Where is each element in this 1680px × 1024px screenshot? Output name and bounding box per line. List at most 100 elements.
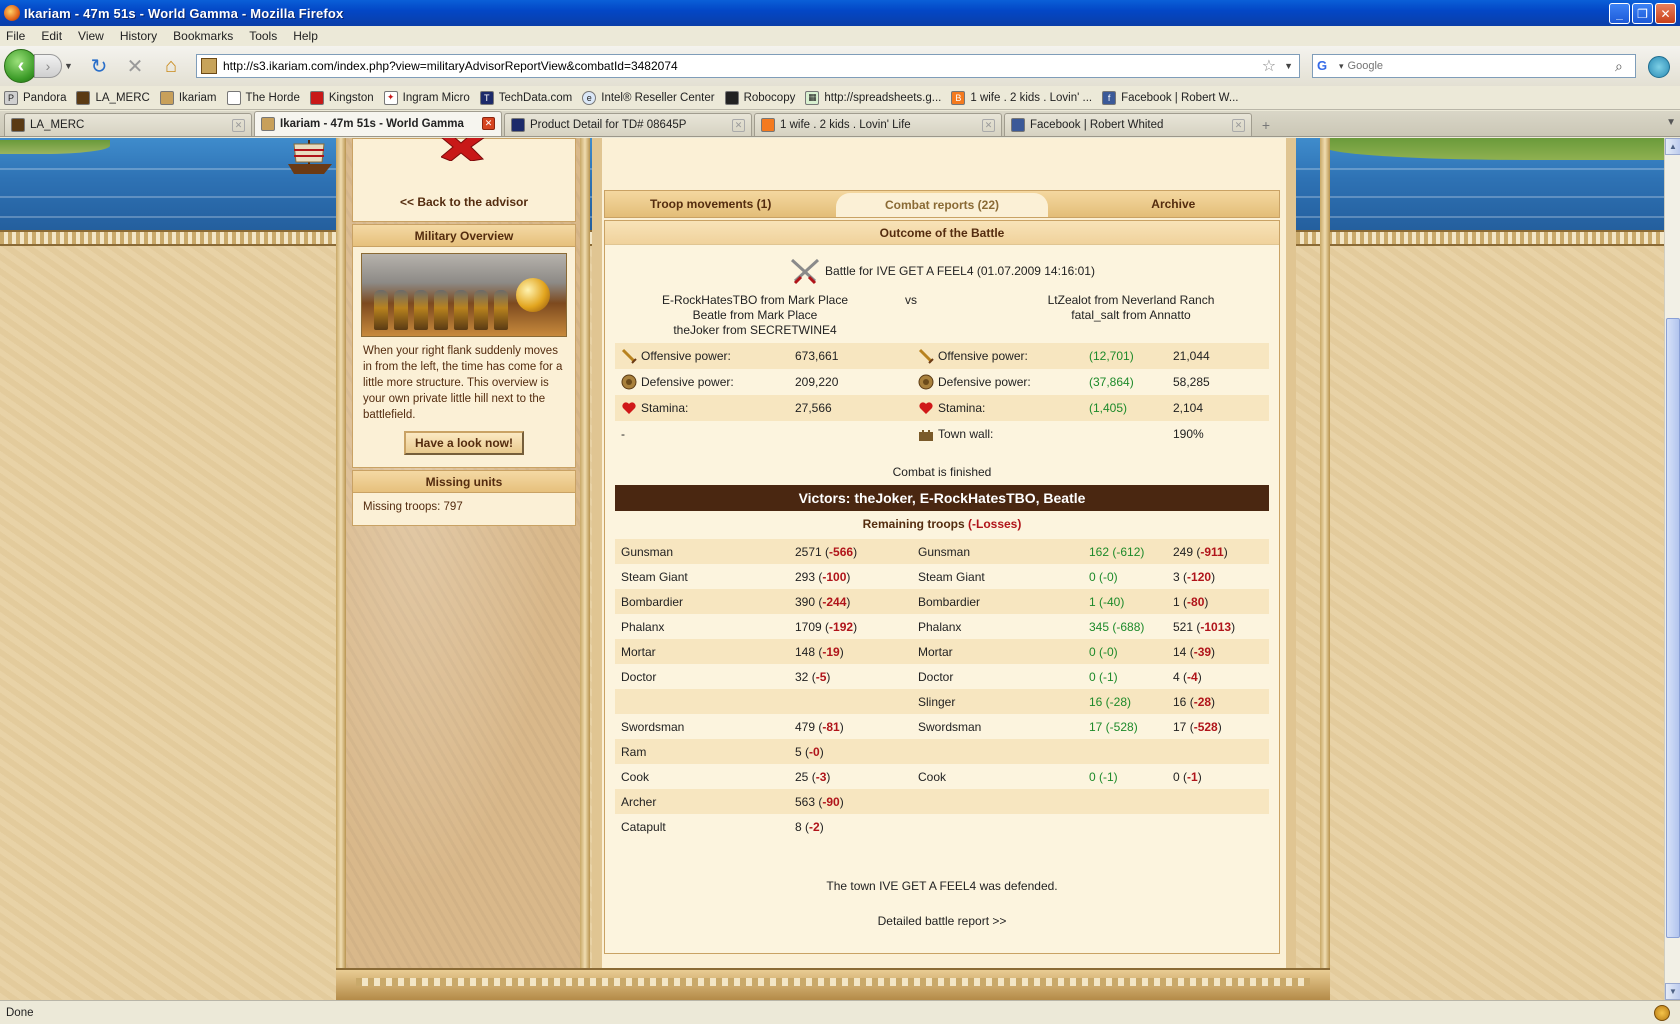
troop-unit: Doctor bbox=[621, 669, 657, 684]
troop-unit: Bombardier bbox=[621, 594, 684, 609]
troop-row: Mortar 148 (-19) Mortar 0 (-0) 14 (-39) bbox=[615, 639, 1269, 664]
troop-row: Swordsman 479 (-81) Swordsman 17 (-528) 17 (… bbox=[615, 714, 1269, 739]
troop-count: 17 bbox=[1173, 719, 1187, 734]
close-tab-icon[interactable]: ✕ bbox=[982, 119, 995, 132]
pillar-right bbox=[1320, 138, 1330, 1000]
history-dropdown-icon[interactable]: ▼ bbox=[64, 61, 76, 71]
bookmark-ingram-micro[interactable]: ✦ Ingram Micro bbox=[383, 90, 470, 105]
heart-icon bbox=[622, 402, 636, 414]
soldier bbox=[474, 290, 488, 330]
search-icon[interactable]: ⌕ bbox=[1615, 58, 1635, 75]
troop-unit: Phalanx bbox=[621, 619, 665, 634]
tab-troop-movements[interactable]: Troop movements (1) bbox=[605, 191, 816, 217]
close-tab-icon[interactable]: ✕ bbox=[232, 119, 245, 132]
bookmark-pandora[interactable]: P Pandora bbox=[4, 90, 66, 105]
menu-history[interactable]: History bbox=[120, 29, 157, 43]
troop-row: Steam Giant 293 (-100) Steam Giant 0 (-0) 3 … bbox=[615, 564, 1269, 589]
military-overview-box: Military Overview When your right flank … bbox=[352, 224, 576, 468]
la-merc-icon bbox=[76, 90, 91, 105]
tab-blog[interactable]: 1 wife . 2 kids . Lovin' Life ✕ bbox=[754, 113, 1002, 136]
menu-help[interactable]: Help bbox=[293, 29, 318, 43]
close-tab-icon[interactable]: ✕ bbox=[482, 117, 495, 130]
tab-ikariam[interactable]: Ikariam - 47m 51s - World Gamma ✕ bbox=[254, 111, 502, 136]
troop-unit: Cook bbox=[621, 769, 650, 784]
tab-list-icon[interactable]: ▼ bbox=[1666, 117, 1676, 128]
troop-count: 5 bbox=[795, 744, 802, 759]
url-text[interactable]: http://s3.ikariam.com/index.php?view=mil… bbox=[223, 59, 1262, 73]
status-addon-icon[interactable] bbox=[1654, 1005, 1670, 1021]
bookmark-robocopy[interactable]: Robocopy bbox=[724, 90, 795, 105]
troop-attacker-count: 563 (-90) bbox=[795, 794, 844, 809]
bookmark-the-horde[interactable]: The Horde bbox=[226, 90, 300, 105]
troop-defender-unit: Phalanx bbox=[918, 619, 962, 634]
island-left bbox=[0, 140, 110, 154]
window-title: Ikariam - 47m 51s - World Gamma - Mozill… bbox=[24, 5, 344, 21]
back-button[interactable]: ‹ bbox=[4, 49, 38, 83]
vertical-scrollbar[interactable]: ▲ ▼ bbox=[1664, 138, 1680, 1000]
troop-loss: -4 bbox=[1187, 669, 1198, 684]
victors-banner: Victors: theJoker, E-RockHatesTBO, Beatl… bbox=[615, 485, 1269, 511]
detailed-report-link[interactable]: Detailed battle report >> bbox=[605, 914, 1279, 928]
bookmark-kingston[interactable]: Kingston bbox=[309, 90, 374, 105]
bookmark-ikariam[interactable]: Ikariam bbox=[159, 90, 217, 105]
menu-edit[interactable]: Edit bbox=[41, 29, 62, 43]
menu-bookmarks[interactable]: Bookmarks bbox=[173, 29, 233, 43]
troop-unit: Archer bbox=[621, 794, 657, 809]
bookmark-la-merc[interactable]: LA_MERC bbox=[76, 90, 150, 105]
stat-defender-value: 190% bbox=[1173, 427, 1204, 441]
soldier bbox=[494, 290, 508, 330]
troop-defender-count: 249 (-911) bbox=[1173, 544, 1228, 559]
tab-combat-reports[interactable]: Combat reports (22) bbox=[836, 193, 1048, 217]
troop-defender-unit: Steam Giant bbox=[918, 569, 985, 584]
bookmark-intel[interactable]: e Intel® Reseller Center bbox=[582, 90, 715, 105]
scroll-up-button[interactable]: ▲ bbox=[1665, 138, 1680, 155]
military-overview-text: When your right flank suddenly moves in … bbox=[363, 345, 563, 421]
bookmark-facebook[interactable]: f Facebook | Robert W... bbox=[1102, 90, 1239, 105]
back-to-advisor-link[interactable]: << Back to the advisor bbox=[400, 195, 528, 209]
troop-loss: -2 bbox=[809, 819, 820, 834]
tab-archive[interactable]: Archive bbox=[1068, 191, 1279, 217]
maximize-button[interactable]: ❐ bbox=[1632, 3, 1653, 24]
menu-view[interactable]: View bbox=[78, 29, 104, 43]
tab-la-merc[interactable]: LA_MERC ✕ bbox=[4, 113, 252, 136]
search-input[interactable] bbox=[1347, 60, 1615, 72]
search-engine-dropdown-icon[interactable]: ▾ bbox=[1339, 61, 1344, 72]
tab-product-detail[interactable]: Product Detail for TD# 08645P ✕ bbox=[504, 113, 752, 136]
tab-facebook[interactable]: Facebook | Robert Whited ✕ bbox=[1004, 113, 1252, 136]
new-tab-button[interactable]: + bbox=[1254, 114, 1278, 136]
address-bar[interactable]: http://s3.ikariam.com/index.php?view=mil… bbox=[196, 54, 1300, 78]
scroll-thumb[interactable] bbox=[1666, 318, 1680, 938]
addon-icon[interactable] bbox=[1648, 56, 1670, 78]
troop-loss: -81 bbox=[822, 719, 840, 734]
troop-defender-sub: 0 (-0) bbox=[1089, 644, 1118, 659]
stop-icon[interactable]: ✕ bbox=[122, 53, 148, 79]
island-right bbox=[1324, 138, 1664, 160]
url-dropdown-icon[interactable]: ▼ bbox=[1284, 61, 1293, 71]
bookmark-techdata[interactable]: T TechData.com bbox=[479, 90, 572, 105]
troop-loss: -528 bbox=[1193, 719, 1218, 734]
close-tab-icon[interactable]: ✕ bbox=[1232, 119, 1245, 132]
bookmark-star-icon[interactable]: ☆ bbox=[1262, 56, 1276, 76]
pillar-mid bbox=[580, 138, 590, 1000]
have-a-look-button[interactable]: Have a look now! bbox=[404, 431, 524, 455]
close-window-button[interactable]: ✕ bbox=[1655, 3, 1676, 24]
google-icon[interactable]: G bbox=[1317, 58, 1335, 74]
reload-icon[interactable]: ↻ bbox=[86, 53, 112, 79]
troop-defender-sub: 0 (-1) bbox=[1089, 769, 1118, 784]
bookmark-blog[interactable]: B1 wife . 2 kids . Lovin' ... bbox=[951, 90, 1092, 105]
scroll-down-button[interactable]: ▼ bbox=[1665, 983, 1680, 1000]
close-tab-icon[interactable]: ✕ bbox=[732, 119, 745, 132]
blogger-icon bbox=[761, 118, 775, 132]
bookmark-spreadsheets[interactable]: ▦ http://spreadsheets.g... bbox=[805, 90, 941, 105]
menu-file[interactable]: File bbox=[6, 29, 25, 43]
minimize-button[interactable]: _ bbox=[1609, 3, 1630, 24]
search-bar[interactable]: G ▾ ⌕ bbox=[1312, 54, 1636, 78]
stat-defender-sub: (37,864) bbox=[1089, 375, 1134, 389]
stat-attacker-value: 27,566 bbox=[795, 401, 832, 415]
forward-button[interactable]: › bbox=[34, 54, 62, 78]
troop-count: 16 bbox=[1173, 694, 1187, 709]
home-icon[interactable]: ⌂ bbox=[158, 53, 184, 79]
troop-unit: Swordsman bbox=[621, 719, 685, 734]
menu-tools[interactable]: Tools bbox=[249, 29, 277, 43]
soldier bbox=[394, 290, 408, 330]
